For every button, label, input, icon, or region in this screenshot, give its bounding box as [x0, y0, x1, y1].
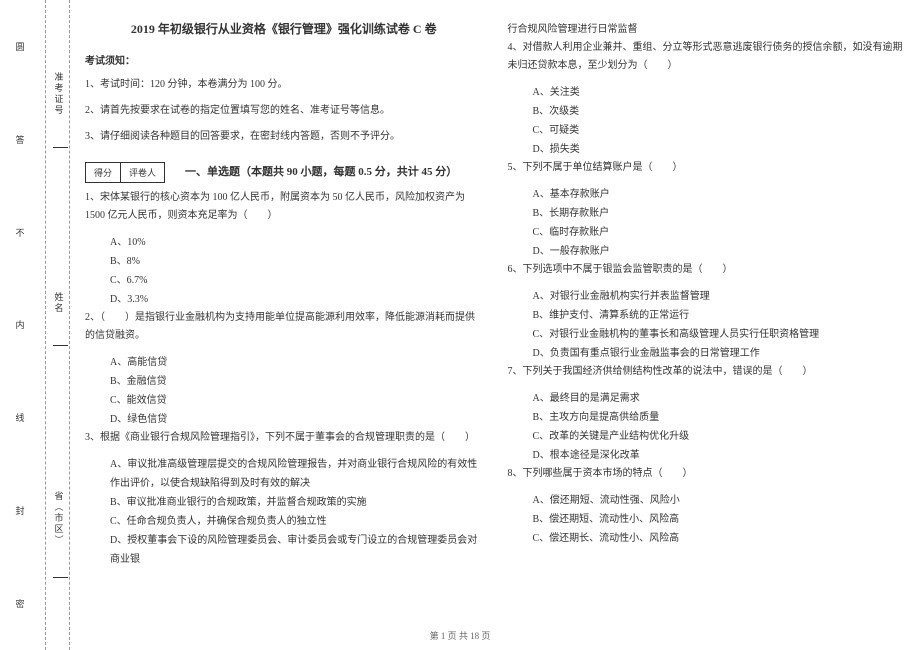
- region-input-line: [53, 548, 68, 578]
- q1-option-d: D、3.3%: [110, 290, 483, 309]
- left-column: 2019 年初级银行从业资格《银行管理》强化训练试卷 C 卷 考试须知： 1、考…: [85, 20, 483, 620]
- question-8: 8、下列哪些属于资本市场的特点（ ）: [508, 465, 906, 483]
- q2-option-c: C、能效信贷: [110, 391, 483, 410]
- q5-option-b: B、长期存款账户: [533, 204, 906, 223]
- binding-char: 圆: [15, 40, 24, 53]
- q2-option-b: B、金融信贷: [110, 372, 483, 391]
- question-3: 3、根据《商业银行合规风险管理指引》，下列不属于董事会的合规管理职责的是（ ）: [85, 429, 483, 447]
- q7-option-c: C、改革的关键是产业结构优化升级: [533, 427, 906, 446]
- exam-id-input-line: [53, 118, 68, 148]
- right-column: 行合规风险管理进行日常监督 4、对借款人利用企业兼并、重组、分立等形式恶意逃废银…: [508, 20, 906, 620]
- student-info-fields: 准考证号 姓名 省（市区）: [50, 0, 70, 650]
- binding-char: 线: [15, 411, 24, 424]
- q5-option-d: D、一般存款账户: [533, 242, 906, 261]
- q6-option-a: A、对银行业金融机构实行并表监督管理: [533, 287, 906, 306]
- q2-option-a: A、高能信贷: [110, 353, 483, 372]
- q2-option-d: D、绿色信贷: [110, 410, 483, 429]
- q3-option-b: B、审议批准商业银行的合规政策，并监督合规政策的实施: [110, 493, 483, 512]
- q7-option-b: B、主攻方向是提高供给质量: [533, 408, 906, 427]
- binding-char: 密: [15, 597, 24, 610]
- q6-option-b: B、维护支付、清算系统的正常运行: [533, 306, 906, 325]
- name-input-line: [53, 316, 68, 346]
- q3-option-c: C、任命合规负责人，并确保合规负责人的独立性: [110, 512, 483, 531]
- binding-char: 不: [15, 226, 24, 239]
- q5-option-a: A、基本存款账户: [533, 185, 906, 204]
- binding-char: 内: [15, 318, 24, 331]
- score-label: 得分: [86, 163, 121, 182]
- question-6: 6、下列选项中不属于银监会监管职责的是（ ）: [508, 261, 906, 279]
- q3-option-a: A、审议批准高级管理层提交的合规风险管理报告，并对商业银行合规风险的有效性作出评…: [110, 455, 483, 493]
- exam-id-label: 准考证号: [53, 72, 66, 116]
- grader-label: 评卷人: [121, 163, 164, 182]
- q7-option-d: D、根本途径是深化改革: [533, 446, 906, 465]
- binding-seal-labels: 圆 答 不 内 线 封 密: [10, 0, 30, 650]
- section-title: 一、单选题（本题共 90 小题，每题 0.5 分，共计 45 分）: [185, 163, 457, 179]
- notice-item: 1、考试时间：120 分钟，本卷满分为 100 分。: [85, 77, 483, 93]
- q1-option-c: C、6.7%: [110, 271, 483, 290]
- q3-option-d: D、授权董事会下设的风险管理委员会、审计委员会或专门设立的合规管理委员会对商业银: [110, 531, 483, 569]
- score-box: 得分 评卷人: [85, 162, 165, 183]
- q6-option-c: C、对银行业金融机构的董事长和高级管理人员实行任职资格管理: [533, 325, 906, 344]
- binding-char: 答: [15, 133, 24, 146]
- q8-option-b: B、偿还期短、流动性小、风险高: [533, 510, 906, 529]
- question-5: 5、下列不属于单位结算账户是（ ）: [508, 159, 906, 177]
- notice-item: 3、请仔细阅读各种题目的回答要求，在密封线内答题，否则不予评分。: [85, 129, 483, 145]
- question-7: 7、下列关于我国经济供给侧结构性改革的说法中，错误的是（ ）: [508, 363, 906, 381]
- q4-option-c: C、可疑类: [533, 121, 906, 140]
- q6-option-d: D、负责国有重点银行业金融监事会的日常管理工作: [533, 344, 906, 363]
- region-label: 省（市区）: [53, 491, 66, 546]
- exam-content: 2019 年初级银行从业资格《银行管理》强化训练试卷 C 卷 考试须知： 1、考…: [70, 0, 920, 650]
- question-2: 2、（ ）是指银行业金融机构为支持用能单位提高能源利用效率，降低能源消耗而提供的…: [85, 309, 483, 345]
- question-1: 1、宋体某银行的核心资本为 100 亿人民币，附属资本为 50 亿人民币，风险加…: [85, 189, 483, 225]
- q5-option-c: C、临时存款账户: [533, 223, 906, 242]
- q4-option-b: B、次级类: [533, 102, 906, 121]
- q7-option-a: A、最终目的是满足需求: [533, 389, 906, 408]
- q3-continuation: 行合规风险管理进行日常监督: [508, 20, 906, 39]
- binding-margin: 圆 答 不 内 线 封 密 准考证号 姓名 省（市区）: [0, 0, 70, 650]
- q8-option-a: A、偿还期短、流动性强、风险小: [533, 491, 906, 510]
- exam-title: 2019 年初级银行从业资格《银行管理》强化训练试卷 C 卷: [85, 20, 483, 37]
- name-label: 姓名: [53, 292, 66, 314]
- q1-option-b: B、8%: [110, 252, 483, 271]
- q1-option-a: A、10%: [110, 233, 483, 252]
- question-4: 4、对借款人利用企业兼并、重组、分立等形式恶意逃废银行债务的授信余额，如没有逾期…: [508, 39, 906, 75]
- notice-item: 2、请首先按要求在试卷的指定位置填写您的姓名、准考证号等信息。: [85, 103, 483, 119]
- page-footer: 第 1 页 共 18 页: [0, 629, 920, 642]
- binding-char: 封: [15, 504, 24, 517]
- q4-option-a: A、关注类: [533, 83, 906, 102]
- q4-option-d: D、损失类: [533, 140, 906, 159]
- q8-option-c: C、偿还期长、流动性小、风险高: [533, 529, 906, 548]
- notice-heading: 考试须知：: [85, 52, 483, 67]
